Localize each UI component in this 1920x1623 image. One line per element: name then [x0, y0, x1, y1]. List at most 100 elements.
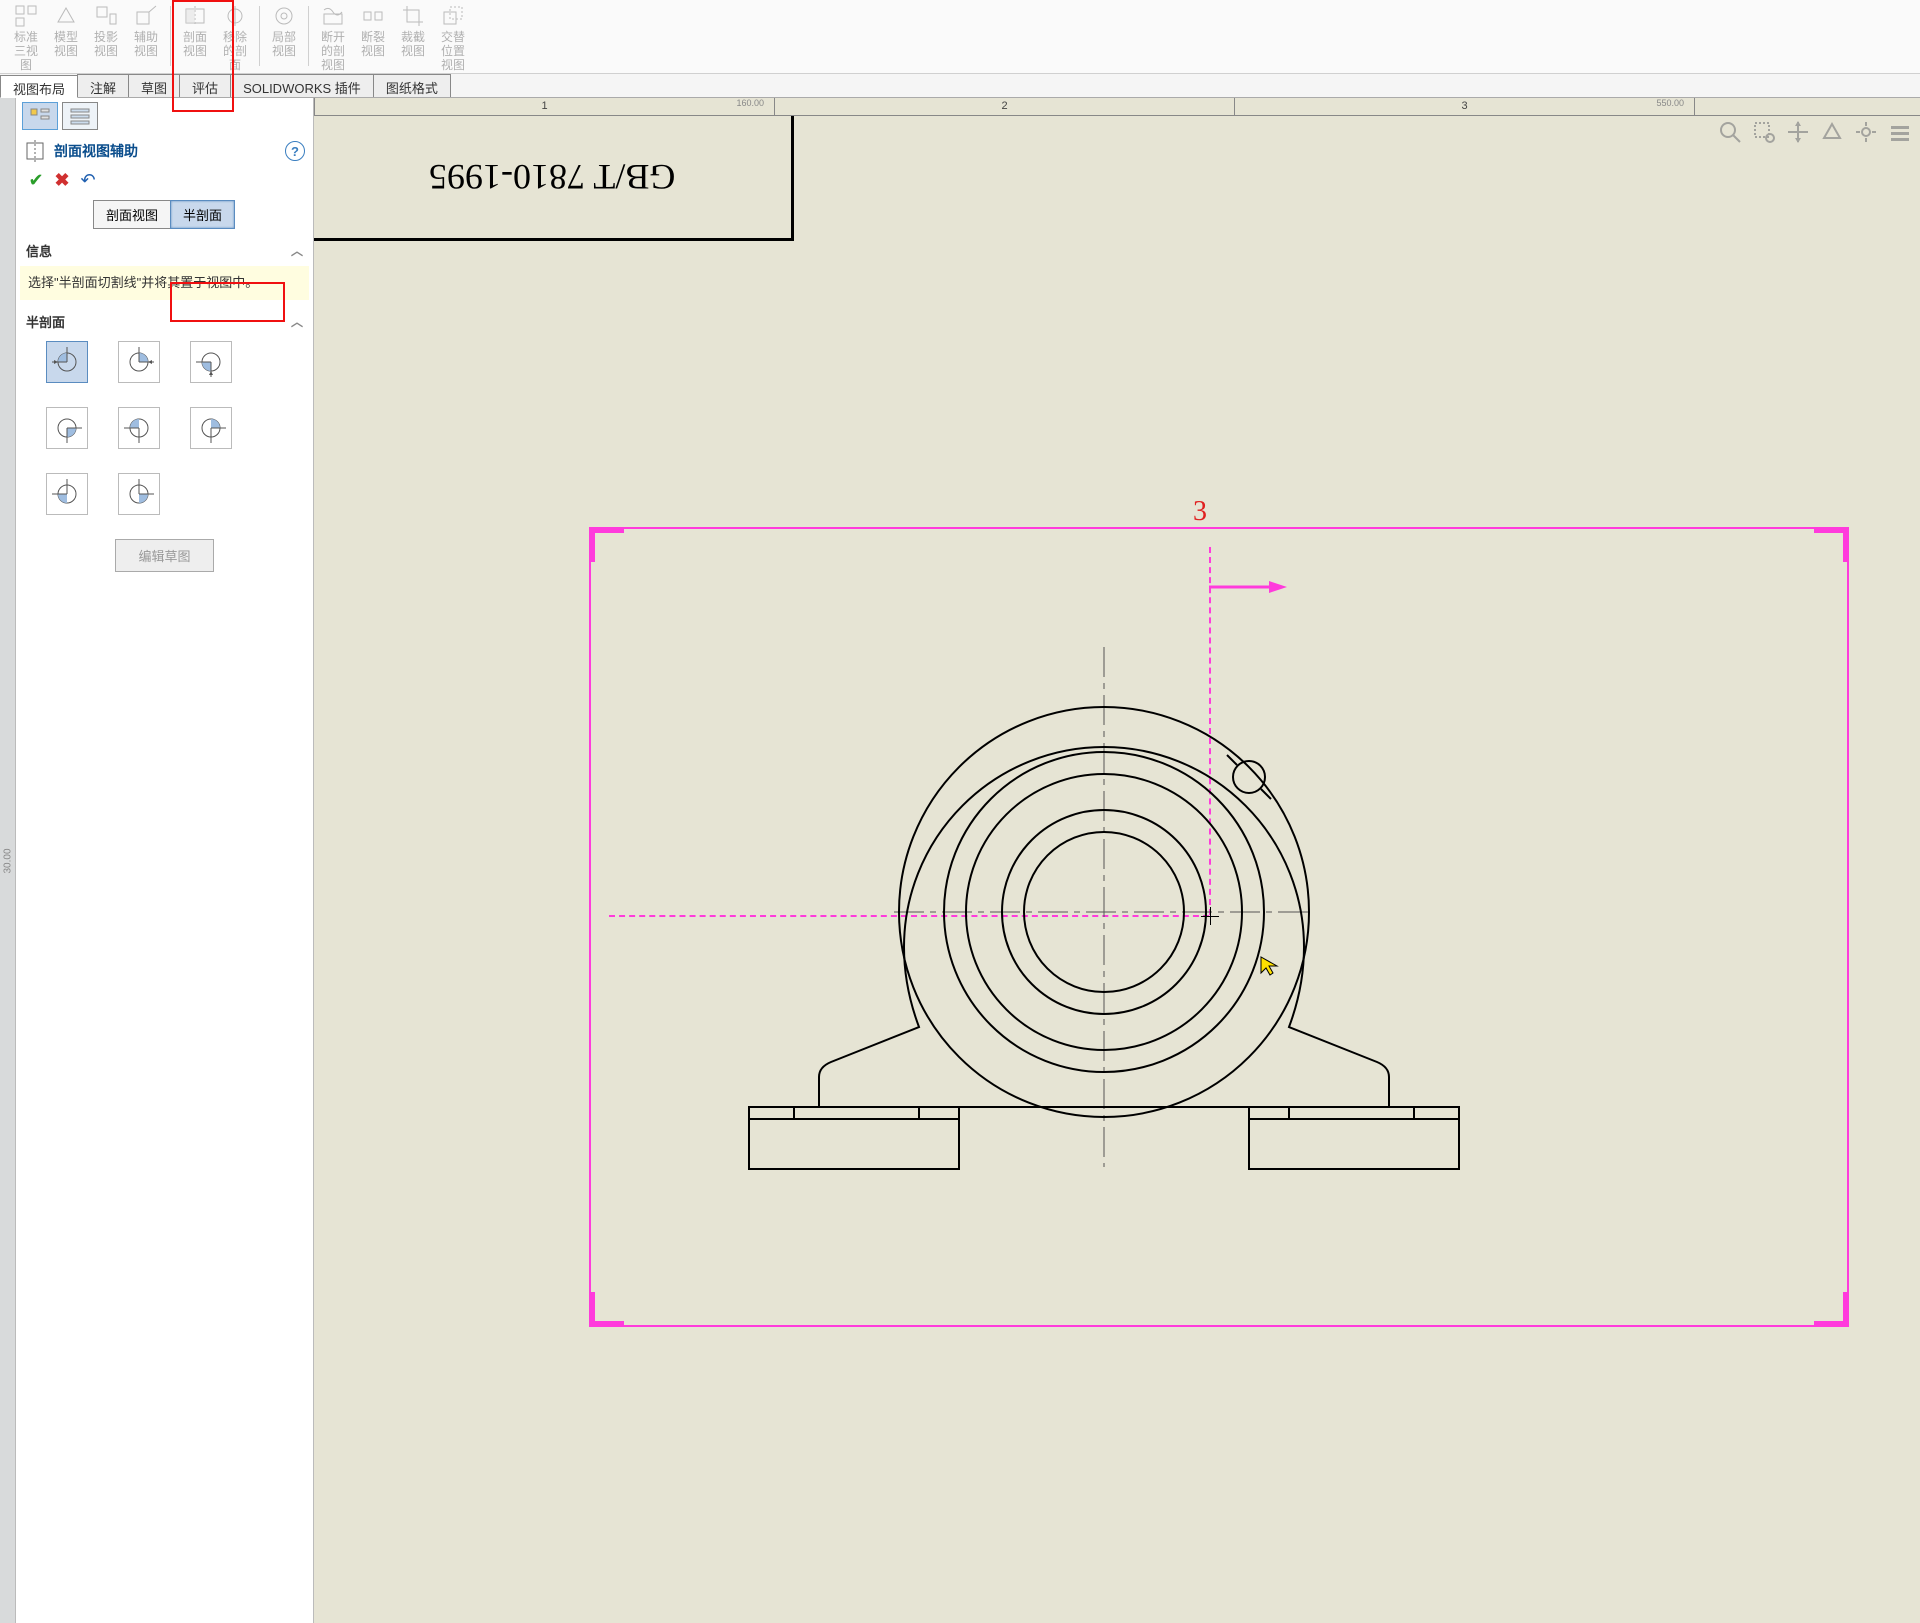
- settings-icon[interactable]: [1854, 120, 1878, 144]
- tab-sheet-format[interactable]: 图纸格式: [373, 74, 451, 97]
- drawing-canvas[interactable]: 1160.00 2 3550.00 GB/T 7810-1995: [314, 98, 1920, 1623]
- half-opt-down-right[interactable]: [118, 473, 160, 515]
- half-section-toggle[interactable]: 半剖面: [170, 200, 235, 229]
- auxiliary-view-icon: [134, 4, 158, 28]
- main-area: 30.00 剖面视图辅助 ? ✔ ✖ ↶ 剖面视图 半剖面: [0, 98, 1920, 1623]
- standard-3views-button[interactable]: 标准 三视 图: [6, 2, 46, 70]
- zoom-fit-icon[interactable]: [1718, 120, 1742, 144]
- removed-section-icon: [223, 4, 247, 28]
- more-tools-icon[interactable]: [1888, 120, 1912, 144]
- chevron-up-icon: ︿: [291, 242, 303, 259]
- three-views-icon: [14, 4, 38, 28]
- half-opt-br[interactable]: [190, 407, 232, 449]
- broken-out-icon: [321, 4, 345, 28]
- detail-view-icon: [272, 4, 296, 28]
- panel-tab-row: [16, 98, 313, 134]
- annotation-number-3: 3: [1193, 496, 1207, 528]
- ribbon-separator: [170, 6, 171, 66]
- cut-direction-indicator: [1209, 577, 1289, 600]
- ribbon-toolbar: 标准 三视 图 模型 视图 投影 视图 辅助 视图 剖面 视图: [0, 0, 1920, 74]
- half-opt-left-down[interactable]: [190, 341, 232, 383]
- property-panel: 剖面视图辅助 ? ✔ ✖ ↶ 剖面视图 半剖面 信息 ︿ 选择"半剖面切割线"并…: [16, 98, 314, 1623]
- ribbon-group-sections: 剖面 视图 移除 的剖 面: [173, 2, 257, 71]
- half-section-head-label: 半剖面: [26, 312, 65, 331]
- half-opt-icon: [196, 347, 226, 377]
- cancel-icon[interactable]: ✖: [52, 170, 72, 190]
- crop-view-button[interactable]: 裁截 视图: [393, 2, 433, 70]
- mouse-cursor-icon: [1259, 955, 1281, 977]
- crop-view-icon: [401, 4, 425, 28]
- removed-section-button[interactable]: 移除 的剖 面: [215, 2, 255, 70]
- tab-sw-addins[interactable]: SOLIDWORKS 插件: [230, 74, 374, 97]
- auxiliary-view-button[interactable]: 辅助 视图: [126, 2, 166, 70]
- full-section-toggle[interactable]: 剖面视图: [93, 200, 171, 229]
- half-opt-icon: [52, 347, 82, 377]
- half-opt-top-right[interactable]: [118, 341, 160, 383]
- property-icon: [69, 107, 91, 125]
- vstrip-label: 30.00: [2, 848, 13, 873]
- title-block: GB/T 7810-1995: [314, 116, 794, 241]
- part-outline: [669, 607, 1539, 1307]
- panel-tab-property[interactable]: [62, 102, 98, 130]
- info-head-label: 信息: [26, 241, 52, 260]
- panel-tab-feature[interactable]: [22, 102, 58, 130]
- half-opt-right-down[interactable]: [46, 407, 88, 449]
- projection-view-icon: [94, 4, 118, 28]
- ruler-tick-1: 1: [541, 100, 547, 112]
- ribbon-separator: [308, 6, 309, 66]
- panel-action-row: ✔ ✖ ↶: [16, 168, 313, 196]
- break-view-icon: [361, 4, 385, 28]
- pan-icon[interactable]: [1786, 120, 1810, 144]
- section-view-icon: [183, 4, 207, 28]
- edit-sketch-row: 编辑草图: [16, 521, 313, 590]
- projection-view-button[interactable]: 投影 视图: [86, 2, 126, 70]
- feature-tree-icon: [29, 107, 51, 125]
- ribbon-separator: [259, 6, 260, 66]
- horizontal-ruler: 1160.00 2 3550.00: [314, 98, 1920, 116]
- half-opt-icon: [124, 479, 154, 509]
- canvas-view-tools: [1718, 120, 1912, 144]
- model-view-icon: [54, 4, 78, 28]
- half-opt-icon: [124, 347, 154, 377]
- half-opt-icon: [52, 413, 82, 443]
- undo-icon[interactable]: ↶: [78, 170, 98, 190]
- tab-view-layout[interactable]: 视图布局: [0, 75, 78, 98]
- help-icon[interactable]: ?: [285, 141, 305, 161]
- panel-title: 剖面视图辅助: [54, 141, 277, 161]
- half-opt-bl[interactable]: [118, 407, 160, 449]
- info-section-head[interactable]: 信息 ︿: [16, 237, 313, 264]
- section-assist-icon: [24, 140, 46, 162]
- half-opt-down-left[interactable]: [46, 473, 88, 515]
- tab-sketch[interactable]: 草图: [128, 74, 180, 97]
- drawing-view[interactable]: [589, 527, 1849, 1327]
- edit-sketch-button[interactable]: 编辑草图: [115, 539, 213, 572]
- model-view-button[interactable]: 模型 视图: [46, 2, 86, 70]
- detail-view-button[interactable]: 局部 视图: [264, 2, 304, 70]
- section-type-toggle: 剖面视图 半剖面: [16, 196, 313, 237]
- info-message: 选择"半剖面切割线"并将其置于视图中。: [20, 266, 309, 300]
- half-section-options: [16, 335, 313, 521]
- chevron-up-icon: ︿: [291, 313, 303, 330]
- section-view-button[interactable]: 剖面 视图: [175, 2, 215, 70]
- command-tabstrip: 视图布局 注解 草图 评估 SOLIDWORKS 插件 图纸格式: [0, 74, 1920, 98]
- ruler-tick-3: 3: [1461, 100, 1467, 112]
- tab-annotation[interactable]: 注解: [77, 74, 129, 97]
- half-opt-icon: [124, 413, 154, 443]
- half-opt-icon: [196, 413, 226, 443]
- zoom-area-icon[interactable]: [1752, 120, 1776, 144]
- break-view-button[interactable]: 断裂 视图: [353, 2, 393, 70]
- ruler-small-left: 160.00: [736, 98, 764, 108]
- broken-out-section-button[interactable]: 断开 的剖 视图: [313, 2, 353, 70]
- half-opt-top-left[interactable]: [46, 341, 88, 383]
- title-block-text: GB/T 7810-1995: [429, 156, 675, 198]
- half-opt-icon: [52, 479, 82, 509]
- tab-evaluate[interactable]: 评估: [179, 74, 231, 97]
- display-style-icon[interactable]: [1820, 120, 1844, 144]
- alternate-position-button[interactable]: 交替 位置 视图: [433, 2, 473, 70]
- left-vertical-strip: 30.00: [0, 98, 16, 1623]
- half-section-head[interactable]: 半剖面 ︿: [16, 308, 313, 335]
- alternate-position-icon: [441, 4, 465, 28]
- ok-icon[interactable]: ✔: [26, 170, 46, 190]
- ribbon-group-detail: 局部 视图: [262, 2, 306, 71]
- ribbon-group-views: 标准 三视 图 模型 视图 投影 视图 辅助 视图: [4, 2, 168, 71]
